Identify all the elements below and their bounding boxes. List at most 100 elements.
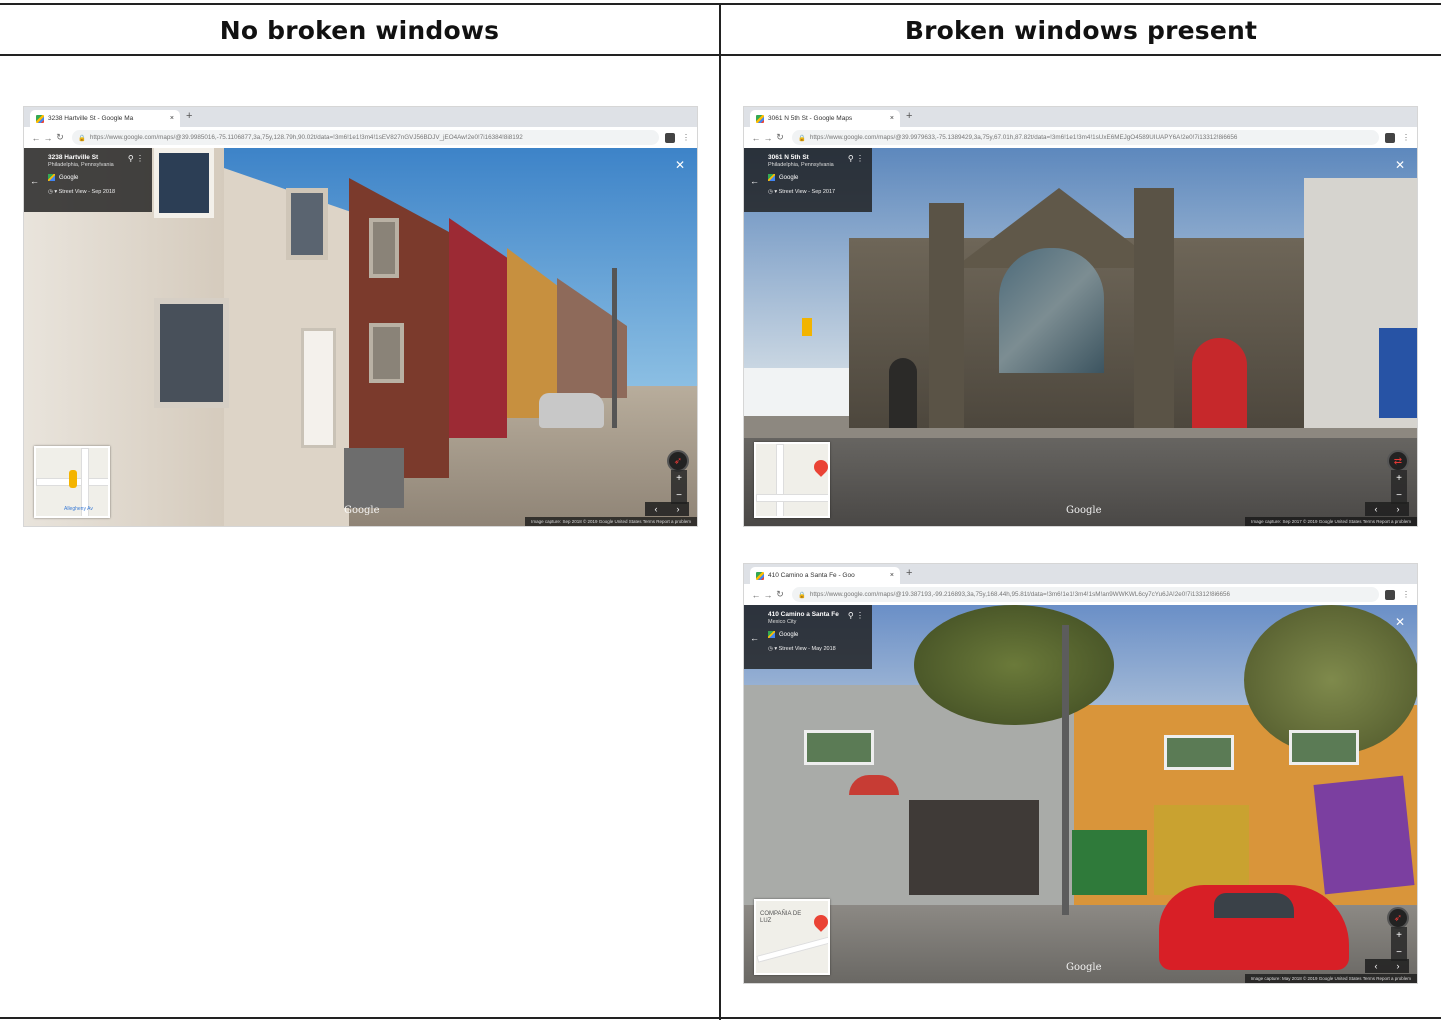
back-arrow-icon[interactable]: ← xyxy=(750,133,762,143)
zoom-out-icon[interactable]: − xyxy=(1396,947,1402,958)
new-tab-icon[interactable]: + xyxy=(186,110,192,122)
close-icon[interactable]: ✕ xyxy=(675,158,685,172)
shop-yellow xyxy=(1154,805,1249,895)
lock-icon: 🔒 xyxy=(798,591,806,599)
back-arrow-icon[interactable]: ← xyxy=(750,633,759,643)
zoom-control[interactable]: + − xyxy=(1391,470,1407,504)
location-pin-icon[interactable]: ⚲ ⋮ xyxy=(848,154,864,163)
back-arrow-icon[interactable]: ← xyxy=(750,590,762,600)
back-arrow-icon[interactable]: ← xyxy=(750,176,759,186)
capture-date[interactable]: ◷ ▾ Street View - Sep 2018 xyxy=(48,189,144,195)
browser-tabbar: 3061 N 5th St - Google Maps × + xyxy=(744,107,1417,127)
traffic-light xyxy=(802,318,812,336)
menu-icon[interactable]: ⋮ xyxy=(1401,590,1411,599)
zoom-control[interactable]: + − xyxy=(1391,927,1407,961)
back-arrow-icon[interactable]: ← xyxy=(30,176,39,186)
church-tower-left xyxy=(929,203,964,428)
chevron-right-icon[interactable]: › xyxy=(1397,504,1400,514)
url-field[interactable]: 🔒 https://www.google.com/maps/@39.998501… xyxy=(72,130,659,145)
zoom-out-icon[interactable]: − xyxy=(676,490,682,501)
location-pin-icon[interactable]: ⚲ ⋮ xyxy=(128,154,144,163)
close-icon[interactable]: × xyxy=(890,572,894,579)
chevron-left-icon[interactable]: ‹ xyxy=(1375,504,1378,514)
back-arrow-icon[interactable]: ← xyxy=(30,133,42,143)
street-view-image[interactable]: ← ⚲ ⋮ 3061 N 5th St Philadelphia, Pennsy… xyxy=(744,148,1417,526)
nav-arrows[interactable]: ‹ › xyxy=(1365,502,1409,516)
street-view-image[interactable]: ← ⚲ ⋮ 3238 Hartville St Philadelphia, Pe… xyxy=(24,148,697,526)
reload-icon[interactable]: ↻ xyxy=(774,132,786,143)
lock-icon: 🔒 xyxy=(78,134,86,142)
browser-tab[interactable]: 410 Camino a Santa Fe - Goo × xyxy=(750,567,900,584)
menu-icon[interactable]: ⋮ xyxy=(681,133,691,142)
extension-icon[interactable] xyxy=(1385,132,1395,143)
map-footer: Image capture: Sep 2017 © 2019 Google Un… xyxy=(1245,517,1417,526)
window xyxy=(154,298,229,408)
capture-date-label: Street View - Sep 2018 xyxy=(58,189,116,195)
minimap[interactable] xyxy=(754,442,830,518)
url-field[interactable]: 🔒 https://www.google.com/maps/@19.387193… xyxy=(792,587,1379,602)
car xyxy=(539,393,604,428)
minimap[interactable]: COMPAÑIA DE LUZ xyxy=(754,899,830,975)
menu-icon[interactable]: ⋮ xyxy=(1401,133,1411,142)
nav-arrows[interactable]: ‹ › xyxy=(645,502,689,516)
chevron-left-icon[interactable]: ‹ xyxy=(655,504,658,514)
zoom-in-icon[interactable]: + xyxy=(1396,930,1402,941)
map-footer: Image capture: May 2018 © 2019 Google Un… xyxy=(1244,974,1417,983)
compass-icon[interactable]: ➶ xyxy=(667,450,689,472)
utility-pole xyxy=(1062,625,1069,915)
zoom-in-icon[interactable]: + xyxy=(676,473,682,484)
streetview-screenshot-2: 3061 N 5th St - Google Maps × + ← → ↻ 🔒 … xyxy=(743,106,1418,527)
compass-icon[interactable]: ⇄ xyxy=(1387,450,1409,472)
chevron-right-icon[interactable]: › xyxy=(677,504,680,514)
source-label: Google xyxy=(779,631,799,638)
chevron-right-icon[interactable]: › xyxy=(1397,961,1400,971)
window xyxy=(154,148,214,218)
zoom-in-icon[interactable]: + xyxy=(1396,473,1402,484)
chevron-left-icon[interactable]: ‹ xyxy=(1375,961,1378,971)
window-green xyxy=(1164,735,1234,770)
dark-door xyxy=(889,358,917,428)
forward-arrow-icon[interactable]: → xyxy=(762,590,774,600)
map-road xyxy=(756,936,828,963)
reload-icon[interactable]: ↻ xyxy=(774,589,786,600)
source-label: Google xyxy=(59,174,79,181)
street-view-image[interactable]: ← ⚲ ⋮ 410 Camino a Santa Fe Mexico City … xyxy=(744,605,1417,983)
close-icon[interactable]: × xyxy=(890,115,894,122)
browser-tab[interactable]: 3061 N 5th St - Google Maps × xyxy=(750,110,900,127)
window-boarded xyxy=(369,323,404,383)
compass-icon[interactable]: ➶ xyxy=(1387,907,1409,929)
zoom-control[interactable]: + − xyxy=(671,470,687,504)
location-card: ← ⚲ ⋮ 3238 Hartville St Philadelphia, Pe… xyxy=(24,148,152,212)
shop-front xyxy=(909,800,1039,895)
close-icon[interactable]: × xyxy=(170,115,174,122)
capture-date[interactable]: ◷ ▾ Street View - Sep 2017 xyxy=(768,189,864,195)
google-watermark: Google xyxy=(1066,505,1102,516)
lock-icon: 🔒 xyxy=(798,134,806,142)
capture-date-label: Street View - Sep 2017 xyxy=(778,189,836,195)
new-tab-icon[interactable]: + xyxy=(906,110,912,122)
tab-title: 3238 Hartville St - Google Ma xyxy=(48,115,134,122)
location-pin-icon[interactable]: ⚲ ⋮ xyxy=(848,611,864,620)
new-tab-icon[interactable]: + xyxy=(906,567,912,579)
banner-purple xyxy=(1313,775,1415,895)
close-icon[interactable]: ✕ xyxy=(1395,158,1405,172)
steps xyxy=(344,448,404,508)
forward-arrow-icon[interactable]: → xyxy=(762,133,774,143)
capture-date[interactable]: ◷ ▾ Street View - May 2018 xyxy=(768,646,864,652)
url-field[interactable]: 🔒 https://www.google.com/maps/@39.997963… xyxy=(792,130,1379,145)
browser-tabbar: 3238 Hartville St - Google Ma × + xyxy=(24,107,697,127)
google-maps-icon xyxy=(756,571,764,580)
browser-tab[interactable]: 3238 Hartville St - Google Ma × xyxy=(30,110,180,127)
minimap[interactable]: Allegheny Av xyxy=(34,446,110,518)
extension-icon[interactable] xyxy=(1385,589,1395,600)
window-boarded xyxy=(369,218,399,278)
reload-icon[interactable]: ↻ xyxy=(54,132,66,143)
browser-tabbar: 410 Camino a Santa Fe - Goo × + xyxy=(744,564,1417,584)
url-text: https://www.google.com/maps/@39.9985016,… xyxy=(89,134,523,141)
close-icon[interactable]: ✕ xyxy=(1395,615,1405,629)
google-watermark: Google xyxy=(344,505,380,516)
zoom-out-icon[interactable]: − xyxy=(1396,490,1402,501)
extension-icon[interactable] xyxy=(665,132,675,143)
nav-arrows[interactable]: ‹ › xyxy=(1365,959,1409,973)
forward-arrow-icon[interactable]: → xyxy=(42,133,54,143)
